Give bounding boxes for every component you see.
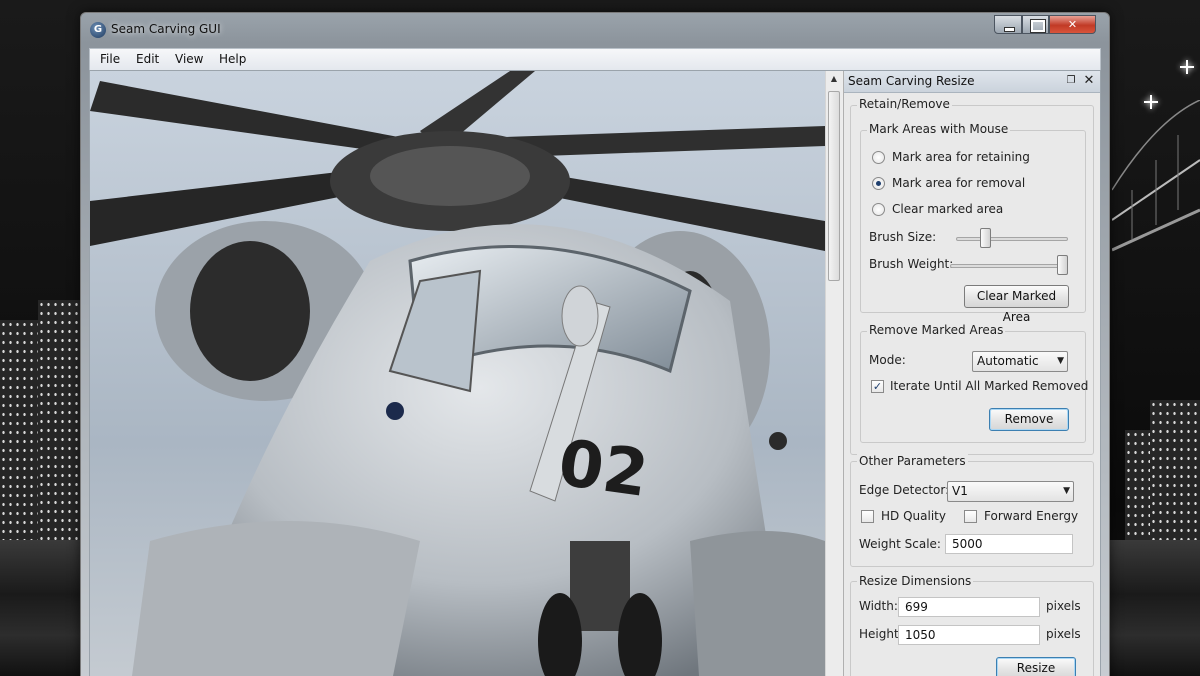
float-panel-icon[interactable]: ❐ [1064,74,1078,88]
edge-detector-value: V1 [952,484,968,498]
retain-remove-title: Retain/Remove [857,97,952,111]
title-bar[interactable]: G Seam Carving GUI ✕ [81,13,1109,45]
scrollbar-thumb[interactable] [828,91,840,281]
iterate-label[interactable]: Iterate Until All Marked Removed [890,379,1088,393]
minimize-button[interactable] [994,15,1022,34]
remove-button[interactable]: Remove [989,408,1069,431]
wallpaper-building [0,320,40,550]
resize-button[interactable]: Resize [996,657,1076,676]
panel-header: Seam Carving Resize ❐ ✕ [844,71,1100,93]
brush-size-label: Brush Size: [869,230,937,244]
scroll-up-icon[interactable]: ▲ [826,71,842,87]
width-unit: pixels [1046,599,1081,613]
resize-dimensions-title: Resize Dimensions [857,574,974,588]
width-label: Width: [859,599,898,613]
wallpaper-light [1144,95,1158,109]
removal-radio[interactable] [872,177,885,190]
maximize-icon [1023,16,1048,33]
retain-radio-label[interactable]: Mark area for retaining [892,150,1030,164]
minimize-icon [995,16,1021,33]
iterate-checkbox[interactable]: ✓ [871,380,884,393]
hd-quality-checkbox[interactable] [861,510,874,523]
mark-areas-title: Mark Areas with Mouse [867,122,1011,136]
app-window: G Seam Carving GUI ✕ File Edit View Help [80,12,1110,676]
brush-size-slider[interactable] [956,237,1068,241]
wallpaper-building [38,300,80,550]
canvas-scrollbar[interactable]: ▲ [825,71,842,676]
retain-radio[interactable] [872,151,885,164]
menu-view[interactable]: View [171,51,207,68]
forward-energy-label[interactable]: Forward Energy [984,509,1078,523]
height-input[interactable]: 1050 [898,625,1040,645]
brush-weight-handle[interactable] [1057,255,1068,275]
aircraft-number: 02 [554,426,652,512]
maximize-button[interactable] [1022,15,1049,34]
menu-bar: File Edit View Help [89,48,1101,70]
window-title: Seam Carving GUI [111,22,221,36]
other-parameters-title: Other Parameters [857,454,968,468]
panel-title: Seam Carving Resize [848,74,975,88]
menu-file[interactable]: File [96,51,124,68]
forward-energy-checkbox[interactable] [964,510,977,523]
menu-help[interactable]: Help [215,51,250,68]
mode-label: Mode: [869,353,906,367]
app-icon: G [90,22,106,38]
height-unit: pixels [1046,627,1081,641]
remove-marked-title: Remove Marked Areas [867,323,1006,337]
chevron-down-icon: ▼ [1057,356,1064,366]
close-button[interactable]: ✕ [1049,15,1096,34]
helicopter-image: 02 [90,71,825,676]
mode-value: Automatic [977,354,1039,368]
wallpaper-building [1150,400,1200,540]
hd-quality-label[interactable]: HD Quality [881,509,946,523]
client-area: 02 ▲ Seam Carving Resize ❐ ✕ Retain/Remo… [89,70,1101,676]
width-input[interactable]: 699 [898,597,1040,617]
weight-scale-input[interactable]: 5000 [945,534,1073,554]
menu-edit[interactable]: Edit [132,51,163,68]
chevron-down-icon: ▼ [1063,486,1070,496]
clear-radio-label[interactable]: Clear marked area [892,202,1003,216]
close-icon: ✕ [1067,18,1078,31]
height-label: Height: [859,627,903,641]
edge-detector-select[interactable]: V1 ▼ [947,481,1074,502]
weight-scale-label: Weight Scale: [859,537,941,551]
edge-detector-label: Edge Detector: [859,483,950,497]
clear-radio[interactable] [872,203,885,216]
brush-weight-label: Brush Weight: [869,257,954,271]
mode-select[interactable]: Automatic ▼ [972,351,1068,372]
wallpaper-bridge [1112,100,1200,252]
wallpaper-light [1180,60,1194,74]
seam-carving-panel: Seam Carving Resize ❐ ✕ Retain/Remove Ma… [843,71,1100,676]
clear-marked-area-button[interactable]: Clear Marked Area [964,285,1069,324]
removal-radio-label[interactable]: Mark area for removal [892,176,1025,190]
image-canvas[interactable]: 02 [90,71,825,676]
brush-weight-slider[interactable] [950,264,1068,268]
brush-size-handle[interactable] [980,228,992,248]
close-panel-icon[interactable]: ✕ [1082,74,1096,88]
